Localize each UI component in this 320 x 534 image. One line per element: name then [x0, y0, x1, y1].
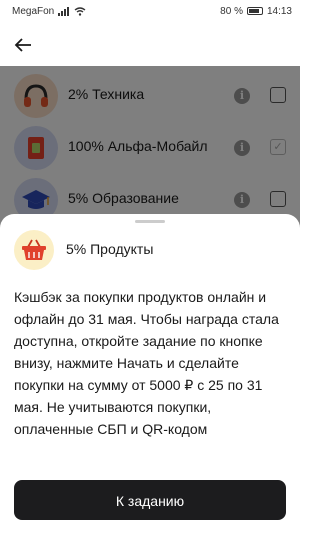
bottom-sheet: 5% Продукты Кэшбэк за покупки продуктов … [0, 214, 300, 534]
signal-icon [58, 6, 70, 16]
drag-handle[interactable] [135, 220, 165, 223]
sheet-title: 5% Продукты [66, 241, 154, 257]
back-button[interactable] [10, 32, 36, 58]
battery-icon [246, 7, 263, 15]
battery-percent: 80 % [220, 5, 243, 17]
carrier-name: MegaFon [12, 5, 55, 17]
arrow-left-icon [14, 38, 31, 52]
sheet-description: Кэшбэк за покупки продуктов онлайн и офл… [14, 289, 279, 437]
basket-icon [22, 239, 46, 260]
sheet-avatar [14, 230, 54, 270]
status-bar: MegaFon 80 % 14:13 [0, 0, 300, 22]
app-header [0, 22, 300, 66]
go-to-task-button[interactable]: К заданию [14, 480, 286, 520]
wifi-icon [74, 6, 86, 16]
clock: 14:13 [266, 5, 292, 17]
